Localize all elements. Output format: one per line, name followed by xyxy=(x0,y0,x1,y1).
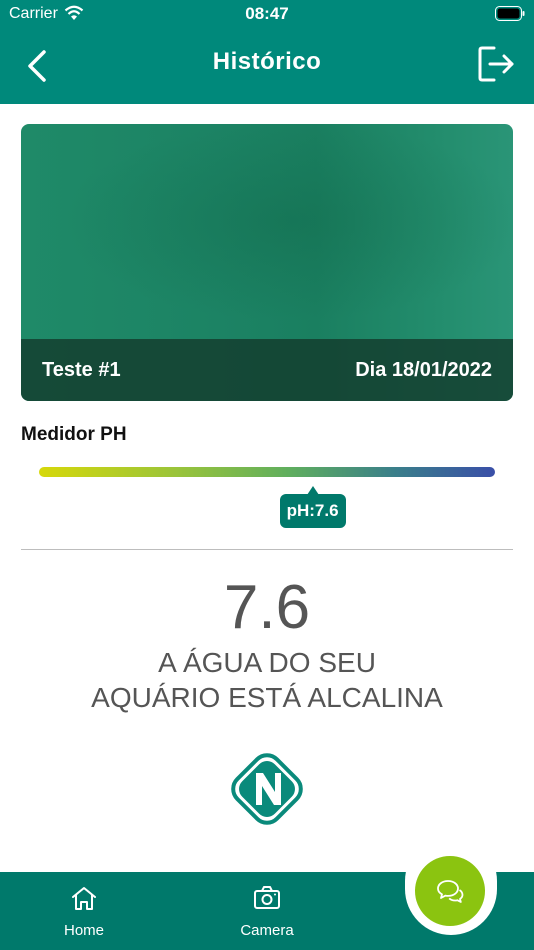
tab-home[interactable]: Home xyxy=(34,872,134,950)
chat-icon xyxy=(437,880,464,903)
logout-icon xyxy=(478,46,514,82)
logout-button[interactable] xyxy=(476,44,516,84)
tab-camera[interactable]: Camera xyxy=(217,872,317,950)
result-text-line2: AQUÁRIO ESTÁ ALCALINA xyxy=(91,682,443,713)
divider xyxy=(21,549,513,550)
ph-scale-bar xyxy=(39,467,495,477)
photo-caption: Teste #1 Dia 18/01/2022 xyxy=(21,339,513,401)
status-bar: Carrier 08:47 xyxy=(0,0,534,30)
result-text-line1: A ÁGUA DO SEU xyxy=(158,647,376,678)
home-icon xyxy=(72,887,96,910)
meter-title: Medidor PH xyxy=(21,424,127,445)
brand-logo xyxy=(231,753,303,825)
tab-camera-label: Camera xyxy=(240,922,294,939)
tab-home-label: Home xyxy=(63,922,104,939)
ph-badge: pH:7.6 xyxy=(279,494,346,528)
battery-icon xyxy=(495,6,525,21)
ph-marker: pH:7.6 xyxy=(279,486,346,530)
camera-icon xyxy=(254,886,280,909)
status-time: 08:47 xyxy=(245,4,289,23)
test-photo xyxy=(21,124,513,339)
nav-bar: Histórico xyxy=(0,30,534,104)
test-label: Teste #1 xyxy=(42,359,121,381)
page-title: Histórico xyxy=(212,48,322,75)
test-date: Dia 18/01/2022 xyxy=(355,359,492,381)
test-photo-card[interactable]: Teste #1 Dia 18/01/2022 xyxy=(21,124,513,401)
chat-button[interactable] xyxy=(415,856,485,926)
ph-value: 7.6 xyxy=(223,573,311,642)
